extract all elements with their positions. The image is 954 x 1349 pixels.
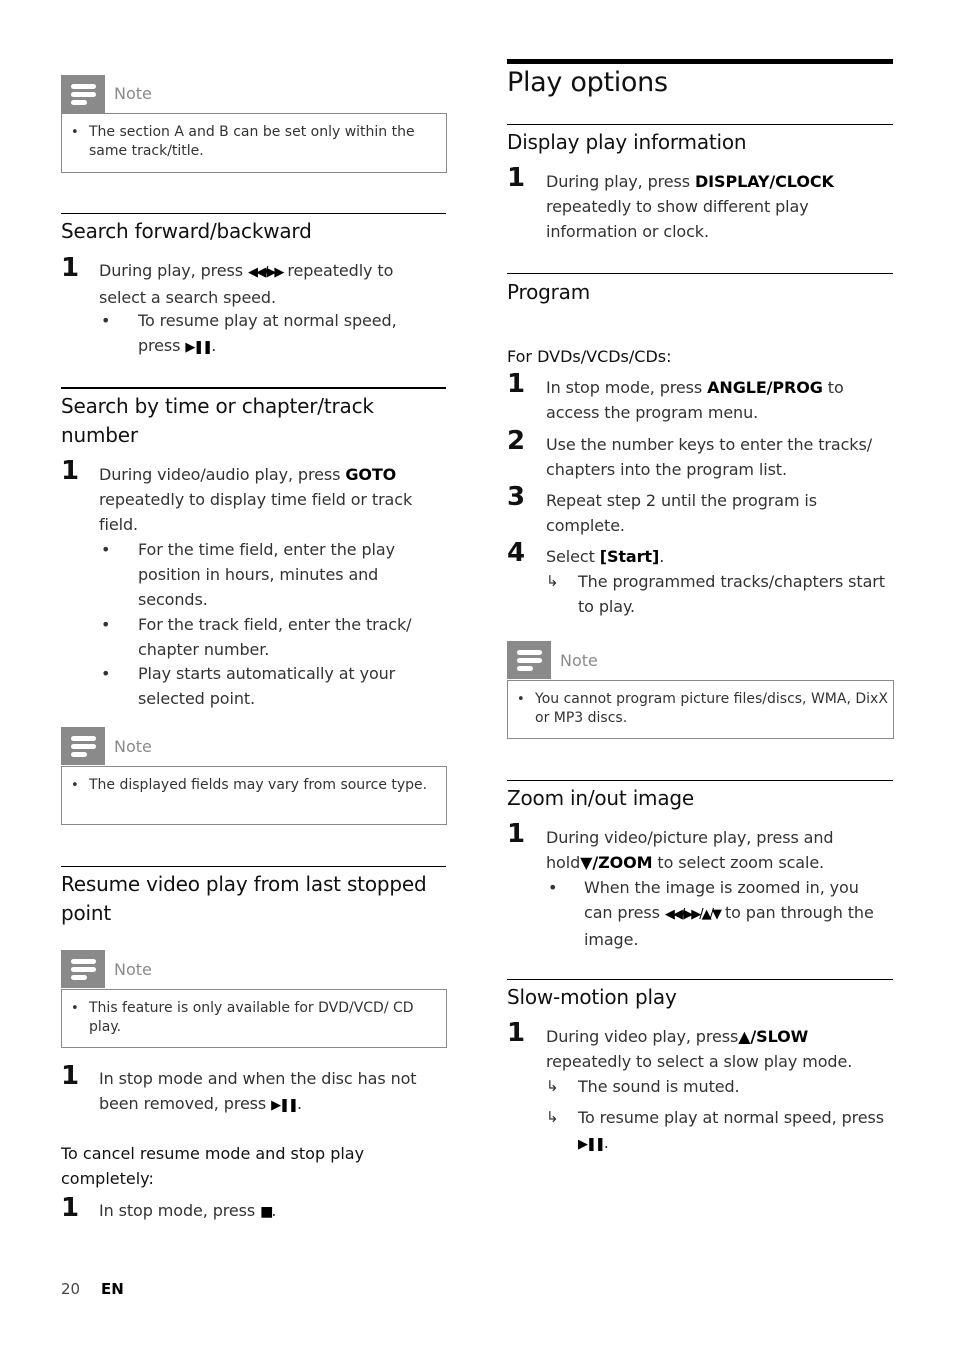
bullet: • xyxy=(101,540,111,559)
step-number: 1 xyxy=(507,163,526,193)
note-title: Note xyxy=(114,737,152,756)
step-text: In stop mode, press ANGLE/PROG to access… xyxy=(546,378,844,422)
step-number: 1 xyxy=(61,253,80,283)
note-icon xyxy=(61,75,105,113)
note-icon xyxy=(507,641,551,679)
step-text: During video/audio play, press GOTO repe… xyxy=(99,465,413,534)
section-heading: Search by time or chapter/track number xyxy=(61,394,374,447)
section-divider xyxy=(61,387,446,389)
language-code: EN xyxy=(101,1280,124,1298)
bullet: • xyxy=(101,664,111,683)
step-text: During video/picture play, press and hol… xyxy=(546,828,834,872)
bullet: • xyxy=(101,615,111,634)
page-number: 20 xyxy=(61,1280,81,1298)
key-goto: GOTO xyxy=(345,465,397,484)
step-number: 2 xyxy=(507,426,526,456)
result-text: To resume play at normal speed, press ▶❚… xyxy=(578,1108,884,1152)
section-heading: Display play information xyxy=(507,130,747,154)
section-heading: Slow-motion play xyxy=(507,985,677,1009)
step-number: 3 xyxy=(507,482,526,512)
note-text: The section A and B can be set only with… xyxy=(89,124,415,159)
section-divider xyxy=(507,124,893,125)
note-title: Note xyxy=(114,960,152,979)
step-text: In stop mode and when the disc has not b… xyxy=(99,1069,417,1113)
subheading: For DVDs/VCDs/CDs: xyxy=(507,347,672,366)
step-number: 1 xyxy=(61,456,80,486)
result-text: The programmed tracks/chapters start to … xyxy=(578,572,885,616)
bullet: • xyxy=(71,1001,79,1016)
step-number: 1 xyxy=(507,369,526,399)
play-pause-icon: ▶❚❚ xyxy=(271,1098,299,1113)
bullet-text: When the image is zoomed in, you can pre… xyxy=(584,878,874,949)
start-option: [Start] xyxy=(599,547,660,566)
key-zoom: ▼/ZOOM xyxy=(580,853,653,872)
section-heading: Zoom in/out image xyxy=(507,786,694,810)
result-arrow-icon: ↳ xyxy=(546,1108,559,1126)
section-heading: Resume video play from last stopped poin… xyxy=(61,872,427,925)
note-icon xyxy=(61,727,105,765)
key-slow: ▲/SLOW xyxy=(738,1027,809,1046)
step-text: Use the number keys to enter the tracks/… xyxy=(546,435,872,479)
key-angle-prog: ANGLE/PROG xyxy=(707,378,823,397)
note-text: You cannot program picture files/discs, … xyxy=(535,691,888,726)
result-text: The sound is muted. xyxy=(578,1077,740,1096)
step-text: Select [Start]. xyxy=(546,547,665,566)
page-title: Play options xyxy=(507,67,668,98)
step-number: 4 xyxy=(507,538,526,568)
note-title: Note xyxy=(114,84,152,103)
step-text: During play, press ◀◀/▶▶ repeatedly to s… xyxy=(99,261,394,307)
step-number: 1 xyxy=(507,1018,526,1048)
note-text: The displayed fields may vary from sourc… xyxy=(89,777,428,793)
result-arrow-icon: ↳ xyxy=(546,572,559,590)
bullet-text: For the time field, enter the play posit… xyxy=(138,540,395,609)
bullet-text: For the track field, enter the track/ ch… xyxy=(138,615,412,659)
step-number: 1 xyxy=(507,819,526,849)
bullet: • xyxy=(71,125,79,140)
step-text: During play, press DISPLAY/CLOCK repeate… xyxy=(546,172,834,241)
step-text: During video play, press▲/SLOW repeatedl… xyxy=(546,1027,853,1071)
stop-icon: ■ xyxy=(260,1204,273,1220)
bullet-text: Play starts automatically at your select… xyxy=(138,664,396,708)
note-text: This feature is only available for DVD/V… xyxy=(89,1000,414,1035)
step-text: In stop mode, press ■. xyxy=(99,1201,277,1220)
play-pause-icon: ▶❚❚ xyxy=(578,1137,606,1152)
title-rule xyxy=(507,59,893,64)
note-title: Note xyxy=(560,651,598,670)
subheading: To cancel resume mode and stop play comp… xyxy=(61,1144,365,1188)
note-icon xyxy=(61,950,105,988)
bullet-text: To resume play at normal speed, press ▶❚… xyxy=(138,311,397,355)
bullet: • xyxy=(101,311,111,330)
section-divider xyxy=(507,273,893,274)
section-heading: Search forward/backward xyxy=(61,219,312,243)
bullet: • xyxy=(517,692,525,707)
result-arrow-icon: ↳ xyxy=(546,1077,559,1095)
step-number: 1 xyxy=(61,1193,80,1223)
section-divider xyxy=(507,979,893,980)
bullet: • xyxy=(548,878,558,897)
step-number: 1 xyxy=(61,1061,80,1091)
section-heading: Program xyxy=(507,280,590,304)
navigation-icons: ◀◀/▶▶/▲/▼ xyxy=(664,907,722,922)
rewind-forward-icon: ◀◀/▶▶ xyxy=(248,265,284,280)
section-divider xyxy=(61,213,446,214)
note-box xyxy=(61,766,447,825)
bullet: • xyxy=(71,778,79,793)
step-text: Repeat step 2 until the program is compl… xyxy=(546,491,818,535)
section-divider xyxy=(61,866,446,867)
play-pause-icon: ▶❚❚ xyxy=(185,340,213,355)
section-divider xyxy=(507,780,893,781)
key-display-clock: DISPLAY/CLOCK xyxy=(695,172,834,191)
